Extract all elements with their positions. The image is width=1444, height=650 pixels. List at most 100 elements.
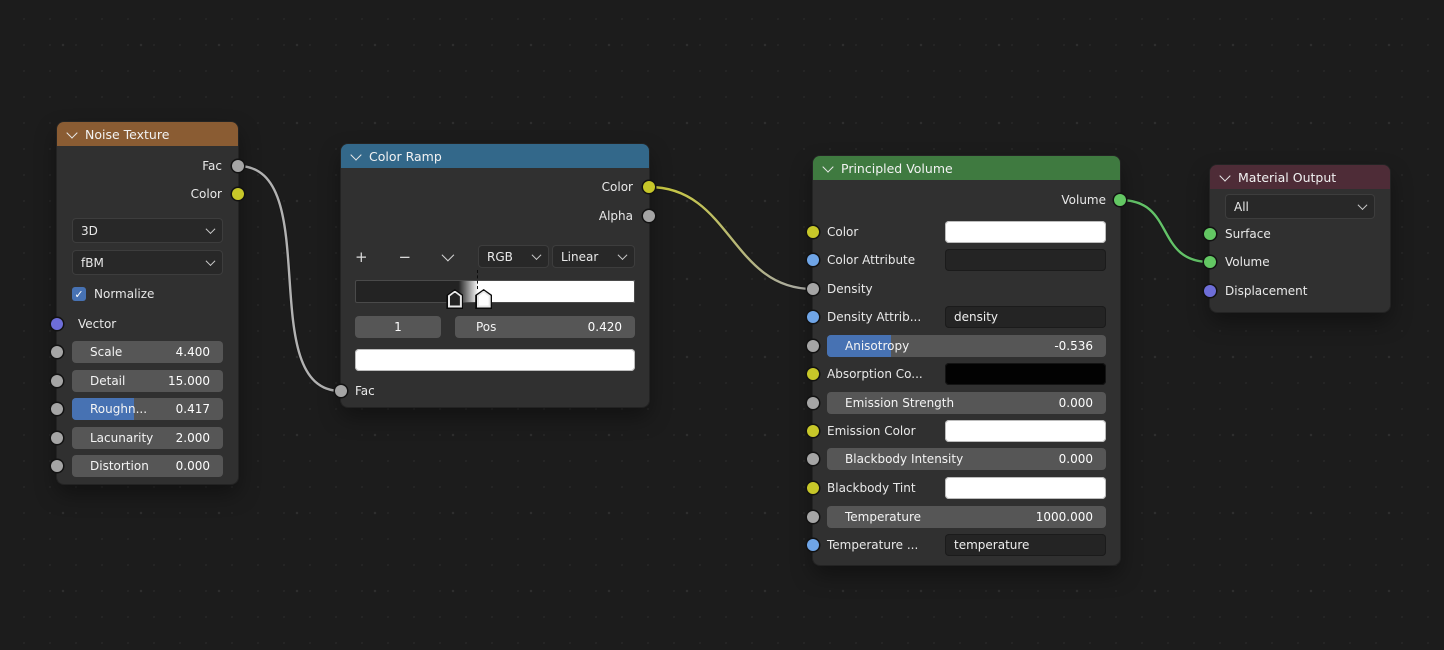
anisotropy-slider[interactable]: Anisotropy -0.536 <box>827 335 1106 357</box>
detail-slider[interactable]: Detail 15.000 <box>72 370 223 392</box>
slider-label: Lacunarity <box>90 431 153 445</box>
slider-label: Temperature <box>845 510 921 524</box>
node-color-ramp[interactable]: Color Ramp Color Alpha + − RGB Linear <box>341 144 649 407</box>
node-principled-volume[interactable]: Principled Volume Volume Color Color Att… <box>813 156 1120 565</box>
collapse-chevron-icon[interactable] <box>1219 170 1230 181</box>
slider-value: 0.420 <box>588 320 622 334</box>
slider-label: Detail <box>90 374 125 388</box>
socket-input-temperature-attribute[interactable] <box>807 539 819 551</box>
socket-input-density[interactable] <box>807 283 819 295</box>
ramp-gradient-bar[interactable] <box>355 280 635 303</box>
roughness-slider[interactable]: Roughn... 0.417 <box>72 398 223 420</box>
socket-input-displacement[interactable] <box>1204 285 1216 297</box>
socket-input-fac[interactable] <box>335 385 347 397</box>
socket-input-anisotropy[interactable] <box>807 340 819 352</box>
distortion-slider[interactable]: Distortion 0.000 <box>72 455 223 477</box>
slider-value: 0.000 <box>176 459 210 473</box>
socket-input-blackbody-intensity[interactable] <box>807 453 819 465</box>
blackbody-intensity-slider[interactable]: Blackbody Intensity 0.000 <box>827 448 1106 470</box>
input-row-color-attribute: Color Attribute <box>813 246 1120 274</box>
interpolation-dropdown[interactable]: Linear <box>552 245 635 268</box>
socket-output-fac[interactable] <box>232 160 244 172</box>
color-attribute-field[interactable] <box>945 249 1106 271</box>
input-label: Temperature ... <box>827 538 918 552</box>
socket-input-vector[interactable] <box>51 318 63 330</box>
emission-strength-slider[interactable]: Emission Strength 0.000 <box>827 392 1106 414</box>
input-row-distortion: Distortion 0.000 <box>57 452 238 480</box>
temperature-attribute-field[interactable]: temperature <box>945 534 1106 556</box>
input-label: Absorption Co... <box>827 367 923 381</box>
slider-value: 15.000 <box>168 374 210 388</box>
socket-input-color-attribute[interactable] <box>807 254 819 266</box>
collapse-chevron-icon[interactable] <box>66 127 77 138</box>
node-header[interactable]: Principled Volume <box>813 156 1120 180</box>
input-row-absorption-color: Absorption Co... <box>813 360 1120 388</box>
stop-position-slider[interactable]: Pos 0.420 <box>455 316 635 338</box>
normalize-checkbox[interactable]: ✓ <box>72 287 86 301</box>
chevron-down-icon <box>206 256 216 266</box>
collapse-chevron-icon[interactable] <box>822 161 833 172</box>
socket-input-blackbody-tint[interactable] <box>807 482 819 494</box>
input-row-fac: Fac <box>341 377 649 405</box>
target-dropdown[interactable]: All <box>1225 194 1375 219</box>
lacunarity-slider[interactable]: Lacunarity 2.000 <box>72 427 223 449</box>
noise-type-dropdown[interactable]: fBM <box>72 250 223 275</box>
socket-input-surface[interactable] <box>1204 228 1216 240</box>
socket-input-detail[interactable] <box>51 375 63 387</box>
density-attribute-field[interactable]: density <box>945 306 1106 328</box>
link-volume-to-output-volume <box>1120 200 1210 262</box>
socket-input-temperature[interactable] <box>807 511 819 523</box>
socket-input-emission-color[interactable] <box>807 425 819 437</box>
dropdown-value: 3D <box>81 224 98 238</box>
index-value: 1 <box>394 320 402 334</box>
ramp-stop-0[interactable] <box>446 289 463 309</box>
input-label: Displacement <box>1225 284 1308 298</box>
dimensions-dropdown[interactable]: 3D <box>72 218 223 243</box>
socket-output-color[interactable] <box>643 181 655 193</box>
color-swatch[interactable] <box>945 221 1106 243</box>
socket-input-lacunarity[interactable] <box>51 432 63 444</box>
input-row-volume: Volume <box>1210 248 1390 276</box>
stop-color-swatch[interactable] <box>355 349 635 371</box>
chevron-down-icon <box>1358 200 1368 210</box>
socket-input-distortion[interactable] <box>51 460 63 472</box>
blackbody-tint-swatch[interactable] <box>945 477 1106 499</box>
socket-output-color[interactable] <box>232 188 244 200</box>
socket-input-scale[interactable] <box>51 346 63 358</box>
slider-value: 2.000 <box>176 431 210 445</box>
socket-output-alpha[interactable] <box>643 210 655 222</box>
socket-input-color[interactable] <box>807 226 819 238</box>
input-row-anisotropy: Anisotropy -0.536 <box>813 332 1120 360</box>
socket-input-density-attribute[interactable] <box>807 311 819 323</box>
socket-input-volume[interactable] <box>1204 256 1216 268</box>
node-header[interactable]: Material Output <box>1210 165 1390 189</box>
socket-input-absorption-color[interactable] <box>807 368 819 380</box>
temperature-slider[interactable]: Temperature 1000.000 <box>827 506 1106 528</box>
node-header[interactable]: Color Ramp <box>341 144 649 168</box>
absorption-color-swatch[interactable] <box>945 363 1106 385</box>
socket-output-volume[interactable] <box>1114 194 1126 206</box>
output-label: Color <box>191 187 222 201</box>
node-header[interactable]: Noise Texture <box>57 122 238 146</box>
emission-color-swatch[interactable] <box>945 420 1106 442</box>
output-label: Volume <box>1061 193 1106 207</box>
add-stop-button[interactable]: + <box>355 248 368 266</box>
remove-stop-button[interactable]: − <box>399 248 412 266</box>
ramp-options-menu-icon[interactable] <box>442 249 455 262</box>
node-material-output[interactable]: Material Output All Surface Volume Displ… <box>1210 165 1390 312</box>
color-mode-dropdown[interactable]: RGB <box>478 245 549 268</box>
target-row: All <box>1210 192 1390 221</box>
output-row-color: Color <box>57 180 238 208</box>
node-noise-texture[interactable]: Noise Texture Fac Color 3D fBM ✓ Normali… <box>57 122 238 484</box>
scale-slider[interactable]: Scale 4.400 <box>72 341 223 363</box>
socket-input-roughness[interactable] <box>51 403 63 415</box>
ramp-stop-1-selected[interactable] <box>475 289 492 309</box>
checkbox-label: Normalize <box>94 287 154 301</box>
collapse-chevron-icon[interactable] <box>350 149 361 160</box>
active-stop-index-field[interactable]: 1 <box>355 316 441 338</box>
chevron-down-icon <box>618 250 628 260</box>
link-noise-fac-to-ramp-fac <box>238 166 341 391</box>
input-row-density-attribute: Density Attrib... density <box>813 303 1120 331</box>
output-row-color: Color <box>341 173 649 201</box>
socket-input-emission-strength[interactable] <box>807 397 819 409</box>
